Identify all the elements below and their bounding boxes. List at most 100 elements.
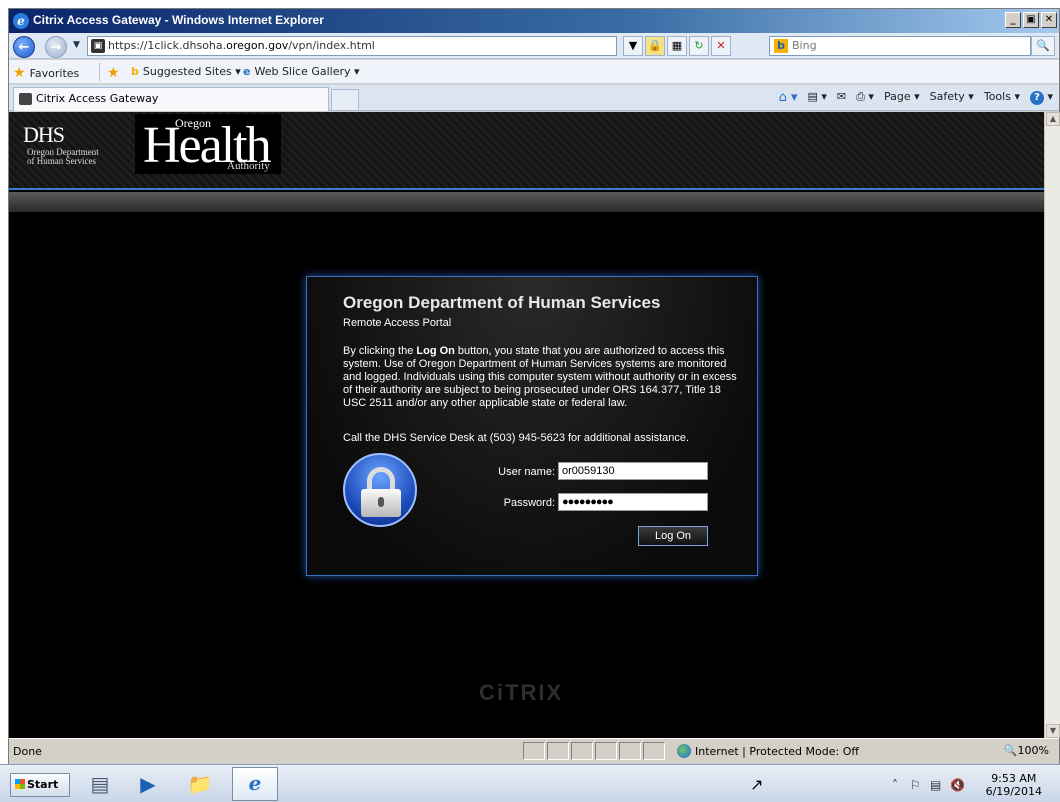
- volume-muted-icon[interactable]: 🔇: [950, 778, 965, 792]
- dhs-logo: DHS Oregon Department of Human Services: [17, 118, 135, 174]
- system-tray: ˄ ⚐ ▤ 🔇 9:53 AM 6/19/2014: [888, 770, 1060, 800]
- clock-date: 6/19/2014: [985, 785, 1042, 798]
- status-text: Done: [13, 745, 42, 758]
- title-bar[interactable]: e Citrix Access Gateway - Windows Intern…: [9, 9, 1059, 33]
- tools-menu[interactable]: Tools ▾: [984, 90, 1020, 105]
- oha-logo: Oregon Health Authority: [135, 114, 281, 174]
- bing-icon: b: [131, 65, 139, 78]
- header-divider-band: [9, 192, 1044, 212]
- login-subtitle: Remote Access Portal: [343, 317, 452, 329]
- new-tab-button[interactable]: [331, 89, 359, 111]
- add-favorite-icon: ★: [107, 65, 120, 81]
- username-label: User name:: [498, 466, 555, 478]
- mail-icon[interactable]: ✉: [837, 90, 846, 105]
- url-dropdown-icon[interactable]: ▼: [623, 36, 643, 56]
- status-cell: [523, 742, 545, 760]
- status-cell: [619, 742, 641, 760]
- explorer-folder-icon[interactable]: 📁: [184, 769, 216, 799]
- legal-notice: By clicking the Log On button, you state…: [343, 345, 738, 410]
- scroll-down-icon[interactable]: ▼: [1046, 724, 1060, 738]
- favorites-button[interactable]: ★ Favorites: [13, 65, 79, 81]
- username-field[interactable]: or0059130: [558, 462, 708, 480]
- web-slice-gallery-link[interactable]: e Web Slice Gallery ▾: [243, 65, 360, 78]
- service-desk-text: Call the DHS Service Desk at (503) 945-5…: [343, 432, 690, 444]
- server-manager-icon[interactable]: ▤: [84, 769, 116, 799]
- zone-label: Internet | Protected Mode: Off: [695, 744, 859, 758]
- close-button[interactable]: ✕: [1041, 12, 1057, 28]
- network-icon[interactable]: ▤: [930, 778, 941, 792]
- window-title: Citrix Access Gateway - Windows Internet…: [33, 13, 324, 27]
- maximize-button[interactable]: ▣: [1023, 12, 1039, 28]
- status-cell: [571, 742, 593, 760]
- mouse-cursor-icon: ↗: [750, 775, 764, 794]
- minimize-button[interactable]: _: [1005, 12, 1021, 28]
- web-slice-gallery-label: Web Slice Gallery ▾: [254, 65, 360, 78]
- taskbar-ie-button[interactable]: e: [232, 767, 278, 801]
- taskbar: Start ▤ ▶ 📁 e ˄ ⚐ ▤ 🔇 9:53 AM 6/19/2014: [0, 764, 1060, 802]
- page-menu[interactable]: Page ▾: [884, 90, 920, 105]
- security-lock-icon[interactable]: 🔒: [645, 36, 665, 56]
- suggested-sites-link[interactable]: b Suggested Sites ▾: [131, 65, 241, 78]
- padlock-icon: [343, 453, 417, 527]
- tab-citrix-access-gateway[interactable]: Citrix Access Gateway: [13, 87, 329, 111]
- notice-text-bold: Log On: [416, 345, 455, 357]
- compatibility-view-icon[interactable]: ▦: [667, 36, 687, 56]
- back-button[interactable]: ←: [13, 36, 35, 58]
- stop-icon[interactable]: ✕: [711, 36, 731, 56]
- dhs-logo-text: DHS: [23, 122, 65, 147]
- log-on-button[interactable]: Log On: [638, 526, 708, 546]
- powershell-icon[interactable]: ▶: [132, 769, 164, 799]
- add-favorite-button[interactable]: ★: [107, 65, 120, 81]
- tab-bar: Citrix Access Gateway ⌂ ▾ ▤ ▾ ✉ ⎙ ▾ Page…: [9, 85, 1059, 111]
- scroll-up-icon[interactable]: ▲: [1046, 112, 1060, 126]
- search-field[interactable]: b Bing: [769, 36, 1031, 56]
- url-path: /vpn/index.html: [288, 39, 375, 52]
- citrix-logo: CiTRIX: [479, 680, 564, 705]
- header-banner: DHS Oregon Department of Human Services …: [9, 112, 1044, 190]
- clock[interactable]: 9:53 AM 6/19/2014: [986, 772, 1042, 798]
- status-cell: [547, 742, 569, 760]
- security-zone[interactable]: Internet | Protected Mode: Off: [677, 742, 859, 760]
- dhs-logo-subtitle: Oregon Department of Human Services: [27, 147, 99, 166]
- ie-icon: e: [243, 65, 251, 78]
- globe-icon: [677, 744, 691, 758]
- status-bar: Done Internet | Protected Mode: Off 🔍100…: [9, 738, 1059, 764]
- ie-logo-icon: e: [13, 13, 29, 29]
- search-placeholder: Bing: [792, 39, 817, 52]
- refresh-icon[interactable]: ↻: [689, 36, 709, 56]
- page-icon: ▣: [91, 39, 105, 53]
- favorites-label: Favorites: [29, 66, 80, 80]
- browser-window: e Citrix Access Gateway - Windows Intern…: [8, 8, 1060, 764]
- url-field[interactable]: ▣ https://1click.dhsoha.oregon.gov/vpn/i…: [87, 36, 617, 56]
- vertical-scrollbar[interactable]: ▲ ▼: [1044, 112, 1060, 738]
- windows-flag-icon: [15, 779, 25, 789]
- history-dropdown-icon[interactable]: ▼: [73, 40, 80, 50]
- help-menu[interactable]: ? ▾: [1029, 90, 1053, 105]
- divider: [99, 63, 100, 81]
- bing-icon: b: [774, 39, 788, 53]
- action-center-flag-icon[interactable]: ⚐: [910, 778, 921, 792]
- status-cell: [643, 742, 665, 760]
- oha-logo-bottom: Authority: [227, 160, 270, 172]
- login-heading: Oregon Department of Human Services: [343, 293, 661, 312]
- status-cell: [595, 742, 617, 760]
- home-icon[interactable]: ⌂ ▾: [779, 90, 798, 105]
- start-button[interactable]: Start: [10, 773, 70, 797]
- start-label: Start: [27, 778, 59, 791]
- url-prefix: https://1click.dhsoha.: [108, 39, 227, 52]
- print-icon[interactable]: ⎙ ▾: [856, 90, 874, 105]
- tab-label: Citrix Access Gateway: [36, 92, 159, 105]
- safety-menu[interactable]: Safety ▾: [930, 90, 974, 105]
- notice-text-pre: By clicking the: [343, 345, 417, 357]
- show-hidden-icons-icon[interactable]: ˄: [892, 778, 898, 792]
- search-button[interactable]: 🔍: [1031, 36, 1055, 56]
- clock-time: 9:53 AM: [991, 772, 1037, 785]
- feeds-icon[interactable]: ▤ ▾: [808, 90, 827, 105]
- help-icon: ?: [1029, 91, 1044, 105]
- suggested-sites-label: Suggested Sites ▾: [142, 65, 241, 78]
- password-field[interactable]: ●●●●●●●●●: [558, 493, 708, 511]
- forward-button[interactable]: →: [45, 36, 67, 58]
- zoom-control[interactable]: 🔍100%: [1004, 744, 1049, 757]
- favorites-bar: ★ Favorites ★ b Suggested Sites ▾ e Web …: [9, 60, 1059, 84]
- url-domain: oregon.gov: [226, 39, 289, 52]
